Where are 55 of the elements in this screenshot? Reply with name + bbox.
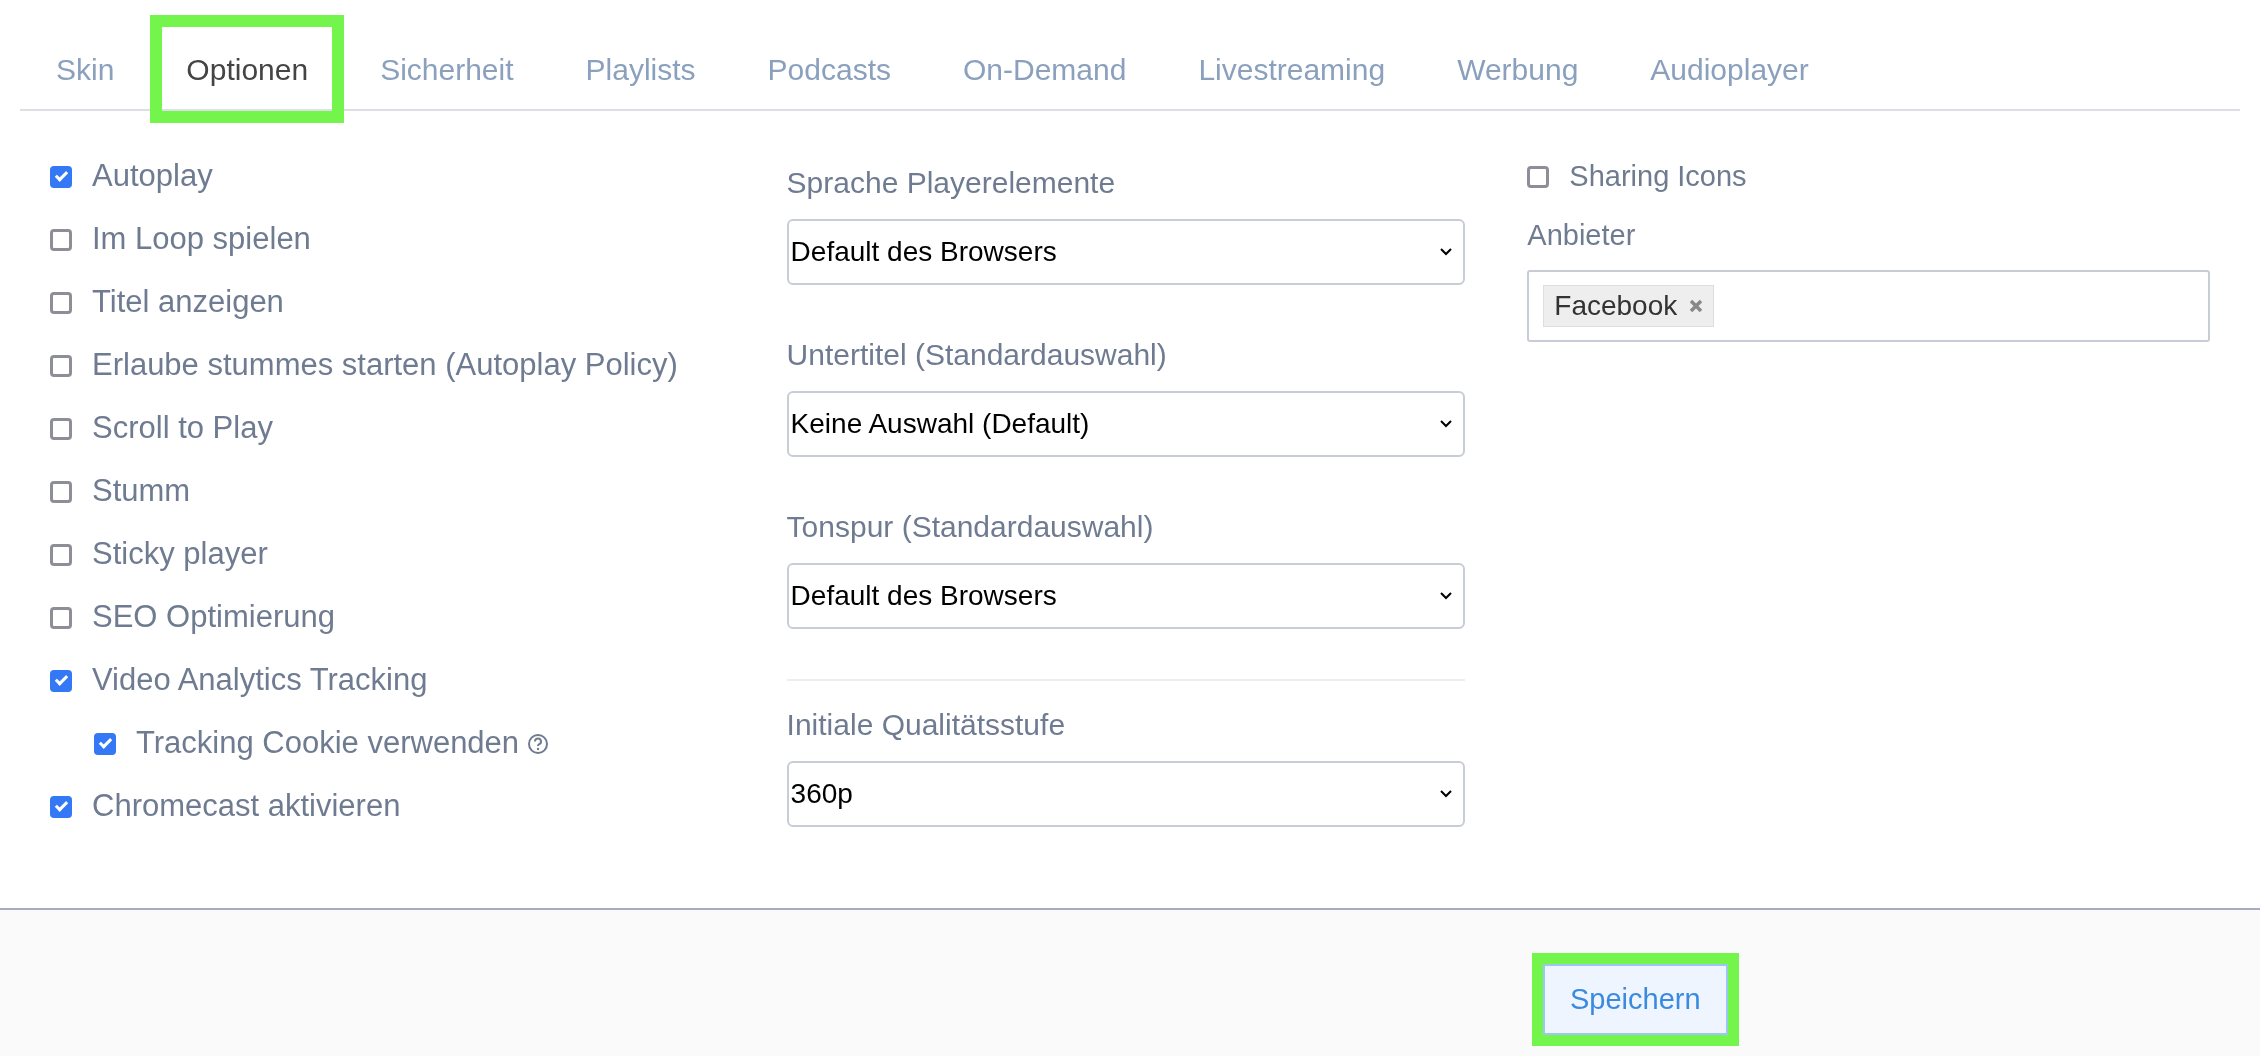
select-value: 360p bbox=[790, 777, 853, 811]
option-label: Im Loop spielen bbox=[92, 220, 311, 259]
checkbox[interactable] bbox=[50, 606, 72, 629]
checkbox[interactable] bbox=[50, 669, 72, 692]
tab[interactable]: Werbung bbox=[1421, 15, 1615, 123]
option-label: Scroll to Play bbox=[92, 409, 273, 448]
tab[interactable]: Livestreaming bbox=[1162, 15, 1422, 123]
tab[interactable]: Playlists bbox=[549, 15, 732, 123]
chevron-down-icon bbox=[1439, 419, 1454, 429]
field-label: Anbieter bbox=[1527, 218, 1637, 254]
checkbox[interactable] bbox=[50, 165, 72, 188]
select-dropdown[interactable]: 360p bbox=[786, 761, 1466, 827]
tab[interactable]: Audioplayer bbox=[1614, 15, 1845, 123]
select-dropdown[interactable]: Default des Browsers bbox=[786, 219, 1466, 285]
option-label: Erlaube stummes starten (Autoplay Policy) bbox=[92, 346, 678, 385]
checkbox[interactable] bbox=[50, 291, 72, 314]
field-label: Sprache Playerelemente bbox=[786, 164, 1117, 201]
option-label: Sticky player bbox=[92, 535, 268, 574]
select-dropdown[interactable]: Keine Auswahl (Default) bbox=[786, 391, 1466, 457]
option-label: Autoplay bbox=[92, 157, 213, 196]
select-value: Default des Browsers bbox=[790, 579, 1057, 613]
select-value: Default des Browsers bbox=[790, 235, 1057, 269]
checkbox[interactable] bbox=[50, 417, 72, 440]
help-icon[interactable] bbox=[527, 732, 550, 755]
close-icon[interactable] bbox=[1689, 299, 1704, 313]
chevron-down-icon bbox=[1439, 247, 1454, 257]
option-label: Chromecast aktivieren bbox=[92, 787, 401, 826]
field-label: Initiale Qualitätsstufe bbox=[786, 706, 1067, 743]
option-label: SEO Optimierung bbox=[92, 598, 335, 637]
option-label: Titel anzeigen bbox=[92, 283, 284, 322]
option-label: Stumm bbox=[92, 472, 191, 511]
checkbox[interactable] bbox=[94, 732, 116, 755]
tag-input[interactable]: Facebook bbox=[1527, 270, 2210, 342]
tab[interactable]: Skin bbox=[20, 15, 151, 123]
chevron-down-icon bbox=[1439, 789, 1454, 799]
tag-label: Facebook bbox=[1554, 289, 1678, 323]
chevron-down-icon bbox=[1439, 591, 1454, 601]
tab[interactable]: Podcasts bbox=[731, 15, 927, 123]
select-value: Keine Auswahl (Default) bbox=[790, 407, 1090, 441]
tab[interactable]: Sicherheit bbox=[344, 15, 550, 123]
option-label: Tracking Cookie verwenden bbox=[136, 724, 520, 763]
checkbox[interactable] bbox=[50, 354, 72, 377]
option-label: Sharing Icons bbox=[1569, 158, 1747, 194]
checkbox[interactable] bbox=[1527, 165, 1550, 188]
select-dropdown[interactable]: Default des Browsers bbox=[786, 563, 1466, 629]
tab[interactable]: On-Demand bbox=[926, 15, 1163, 123]
option-label: Video Analytics Tracking bbox=[92, 661, 428, 700]
checkbox[interactable] bbox=[50, 795, 72, 818]
field-label: Untertitel (Standardauswahl) bbox=[786, 336, 1168, 373]
checkbox[interactable] bbox=[50, 228, 72, 251]
checkbox[interactable] bbox=[50, 543, 72, 566]
checkbox[interactable] bbox=[50, 480, 72, 503]
tab[interactable]: Optionen bbox=[150, 15, 345, 123]
field-label: Tonspur (Standardauswahl) bbox=[786, 508, 1155, 545]
save-button[interactable]: Speichern bbox=[1532, 953, 1739, 1046]
